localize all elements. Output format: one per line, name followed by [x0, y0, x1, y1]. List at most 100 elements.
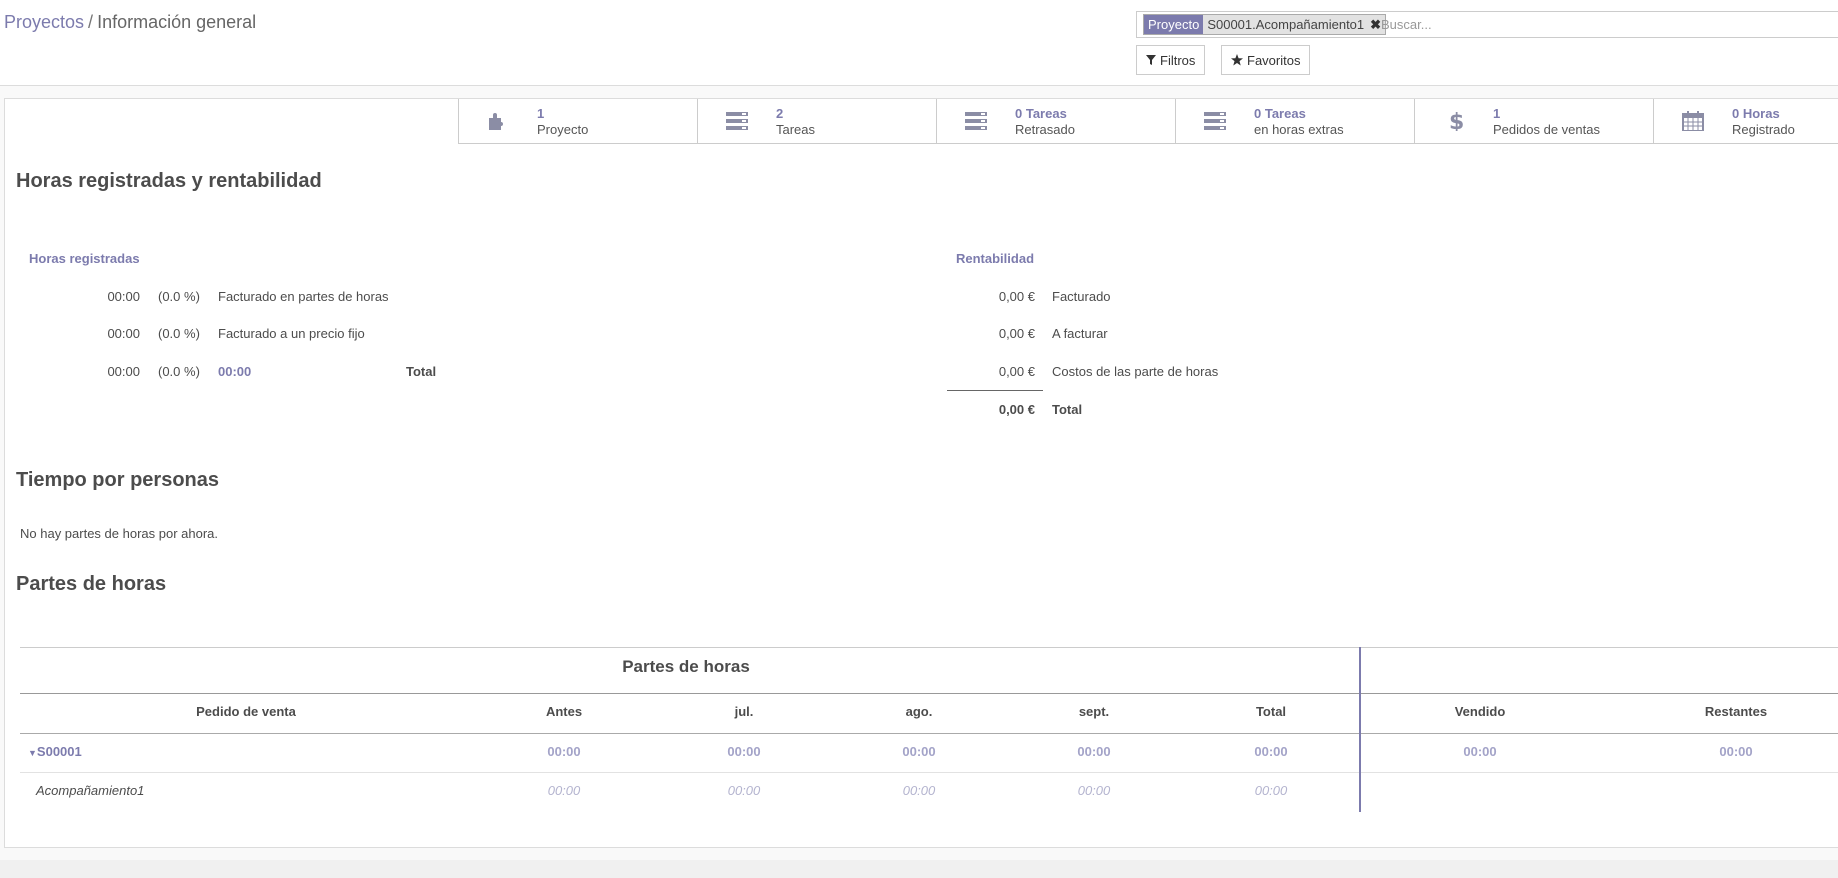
profit-total-amount: 0,00 €: [998, 402, 1035, 417]
column-header-aug: ago.: [905, 704, 933, 719]
hours-total-label: Total: [406, 364, 437, 379]
facet-value: S00001.Acompañamiento1 ✖: [1203, 15, 1386, 34]
table-cell: 00:00: [1077, 783, 1111, 798]
table-cell: 00:00: [902, 783, 936, 798]
star-icon: [1231, 54, 1243, 66]
stat-label: Retrasado: [1015, 122, 1075, 137]
table-row-divider: [20, 772, 1838, 773]
hours-row-label: Facturado a un precio fijo: [218, 326, 365, 341]
stat-button-tasks[interactable]: 2 Tareas: [697, 99, 936, 143]
profitability-heading: Rentabilidad: [956, 251, 1035, 266]
svg-text:$: $: [1449, 111, 1464, 131]
table-cell: 00:00: [1463, 744, 1497, 759]
breadcrumb-projects-link[interactable]: Proyectos: [4, 12, 84, 32]
profit-row-amount: 0,00 €: [998, 326, 1035, 341]
hours-row-time: 00:00: [107, 289, 140, 304]
timesheets-table-caption: Partes de horas: [622, 657, 750, 676]
breadcrumb-current: Información general: [97, 12, 257, 32]
stat-number: 0 Horas: [1732, 106, 1780, 121]
breadcrumb: Proyectos / Información general: [4, 12, 256, 33]
table-cell: 00:00: [727, 744, 761, 759]
stat-number: 0 Tareas: [1254, 106, 1306, 121]
breadcrumb-separator: /: [88, 12, 94, 32]
stat-button-overtime-tasks[interactable]: 0 Tareas en horas extras: [1175, 99, 1414, 143]
table-cell: 00:00: [1719, 744, 1753, 759]
table-caption-divider: [20, 693, 1838, 694]
table-row-line-name: Acompañamiento1: [36, 783, 145, 798]
table-cell: 00:00: [547, 744, 581, 759]
stat-number: 2: [776, 106, 784, 121]
column-header-sold: Vendido: [1454, 704, 1506, 719]
profit-total-label: Total: [1052, 402, 1083, 417]
hours-row-pct: (0.0 %): [158, 289, 200, 304]
dollar-icon: $: [1449, 111, 1464, 131]
tasks-icon: [726, 112, 748, 130]
table-cell: 00:00: [1254, 744, 1288, 759]
calendar-icon: [1682, 111, 1704, 131]
table-cell: 00:00: [547, 783, 581, 798]
control-panel: Proyectos / Información general Proyecto S…: [0, 0, 1838, 86]
table-row-group[interactable]: ▼S00001: [28, 744, 82, 759]
tasks-icon: [965, 112, 987, 130]
stat-label: Pedidos de ventas: [1493, 122, 1600, 137]
facet-remove-icon[interactable]: ✖: [1370, 15, 1381, 34]
caret-down-icon: ▼: [28, 748, 37, 758]
section-title-timesheets: Partes de horas: [16, 573, 167, 595]
stat-label: Registrado: [1732, 122, 1795, 137]
stat-buttons: 1 Proyecto 2 Tareas 0 Tareas Retrasado 0…: [458, 99, 1838, 144]
stat-number: 1: [1493, 106, 1501, 121]
search-facet: Proyecto S00001.Acompañamiento1 ✖: [1143, 14, 1387, 35]
hours-row-label: Facturado en partes de horas: [218, 289, 389, 304]
stat-label: Tareas: [776, 122, 816, 137]
column-header-jul: jul.: [734, 704, 754, 719]
hours-row-time: 00:00: [107, 326, 140, 341]
tasks-icon: [1204, 112, 1226, 130]
column-header-before: Antes: [545, 704, 583, 719]
facet-value-text: S00001.Acompañamiento1: [1207, 17, 1365, 32]
hours-total-time: 00:00: [107, 364, 140, 379]
stat-label: en horas extras: [1254, 122, 1344, 137]
favorites-label: Favoritos: [1247, 52, 1301, 68]
stat-button-hours[interactable]: 0 Horas Registrado: [1653, 99, 1838, 143]
table-cell: 00:00: [1077, 744, 1111, 759]
search-input[interactable]: [1381, 15, 1681, 34]
table-top-border: [20, 647, 1838, 648]
stat-button-sale-orders[interactable]: $ 1 Pedidos de ventas: [1414, 99, 1653, 143]
table-cell: 00:00: [727, 783, 761, 798]
profit-row-label: Costos de las parte de horas: [1052, 364, 1219, 379]
table-column-separator: [1359, 647, 1361, 812]
filters-label: Filtros: [1160, 52, 1196, 68]
profit-total-divider: [947, 390, 1043, 391]
hours-total-value: 00:00: [218, 364, 252, 379]
column-header-remaining: Restantes: [1704, 704, 1768, 719]
section-title-time-by-people: Tiempo por personas: [16, 469, 220, 491]
stat-button-late-tasks[interactable]: 0 Tareas Retrasado: [936, 99, 1175, 143]
column-header-sep: sept.: [1078, 704, 1110, 719]
facet-category: Proyecto: [1144, 15, 1204, 34]
stat-number: 0 Tareas: [1015, 106, 1067, 121]
column-header-total: Total: [1255, 704, 1287, 719]
project-overview-sheet: 1 Proyecto 2 Tareas 0 Tareas Retrasado 0…: [4, 98, 1838, 848]
profit-row-amount: 0,00 €: [998, 289, 1035, 304]
hours-heading: Horas registradas: [29, 251, 140, 266]
stat-button-projects[interactable]: 1 Proyecto: [458, 99, 697, 143]
favorites-button[interactable]: Favoritos: [1221, 45, 1311, 75]
page-bottom-strip: [0, 860, 1838, 878]
section-title-hours-profitability: Horas registradas y rentabilidad: [16, 170, 322, 192]
table-cell: 00:00: [902, 744, 936, 759]
table-cell: 00:00: [1254, 783, 1288, 798]
puzzle-icon: [489, 113, 503, 130]
stat-number: 1: [537, 106, 545, 121]
stat-label: Proyecto: [537, 122, 589, 137]
table-header-divider: [20, 733, 1838, 734]
hours-total-pct: (0.0 %): [158, 364, 200, 379]
group-row-name: S00001: [36, 744, 82, 759]
filters-button[interactable]: Filtros: [1136, 45, 1206, 75]
filter-icon: [1146, 55, 1156, 65]
profit-row-amount: 0,00 €: [998, 364, 1035, 379]
profit-row-label: Facturado: [1052, 289, 1111, 304]
profit-row-label: A facturar: [1052, 326, 1108, 341]
hours-row-pct: (0.0 %): [158, 326, 200, 341]
search-bar[interactable]: Proyecto S00001.Acompañamiento1 ✖: [1136, 11, 1838, 38]
column-header-sale-order: Pedido de venta: [196, 704, 296, 719]
